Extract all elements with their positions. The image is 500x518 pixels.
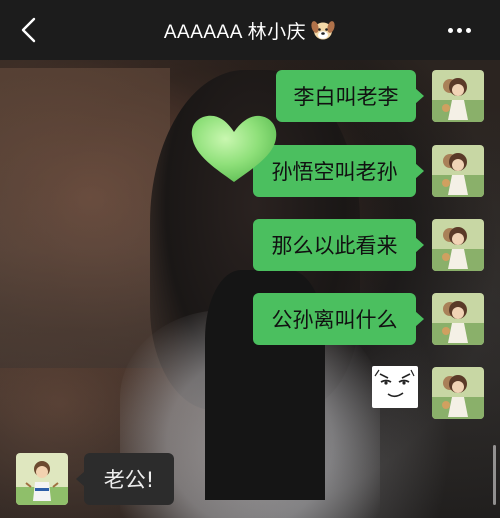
self-avatar[interactable] [432, 367, 484, 419]
self-avatar[interactable] [432, 293, 484, 345]
chat-title: AAAAAA 林小庆 [164, 17, 336, 44]
message-text: 公孙离叫什么 [271, 308, 398, 332]
self-avatar[interactable] [432, 145, 484, 197]
message-bubble-self[interactable]: 那么以此看来 [253, 219, 424, 271]
chat-title-text: AAAAAA 林小庆 [163, 21, 307, 43]
more-dot-icon [448, 27, 453, 33]
back-button[interactable] [14, 14, 44, 46]
dog-face-icon [311, 21, 335, 40]
background-wall [0, 68, 170, 368]
message-text: 李白叫老李 [293, 85, 399, 109]
message-text: 老公! [103, 468, 155, 492]
self-avatar-image [432, 145, 484, 197]
contact-avatar[interactable] [16, 453, 68, 505]
message-bubble-contact[interactable]: 老公! [76, 453, 174, 505]
heart-sticker-overlay [191, 115, 277, 182]
self-avatar-image [432, 293, 484, 345]
self-avatar[interactable] [432, 219, 484, 271]
more-options-button[interactable] [448, 20, 476, 40]
self-avatar-image [432, 219, 484, 271]
chat-header: AAAAAA 林小庆 [0, 0, 500, 60]
message-text: 那么以此看来 [271, 234, 398, 258]
more-dot-icon [466, 27, 471, 33]
message-text: 孙悟空叫老孙 [271, 160, 398, 184]
self-avatar-image [432, 367, 484, 419]
self-avatar[interactable] [432, 70, 484, 122]
chat-scrollbar[interactable] [493, 445, 496, 505]
self-avatar-image [432, 70, 484, 122]
smirk-face-sticker[interactable] [372, 366, 418, 408]
message-bubble-self[interactable]: 李白叫老李 [276, 70, 424, 122]
more-dot-icon [457, 27, 462, 33]
smirk-face-icon [374, 369, 415, 398]
message-bubble-self[interactable]: 公孙离叫什么 [253, 293, 424, 345]
contact-avatar-image [16, 453, 68, 505]
chevron-left-icon [21, 17, 36, 43]
